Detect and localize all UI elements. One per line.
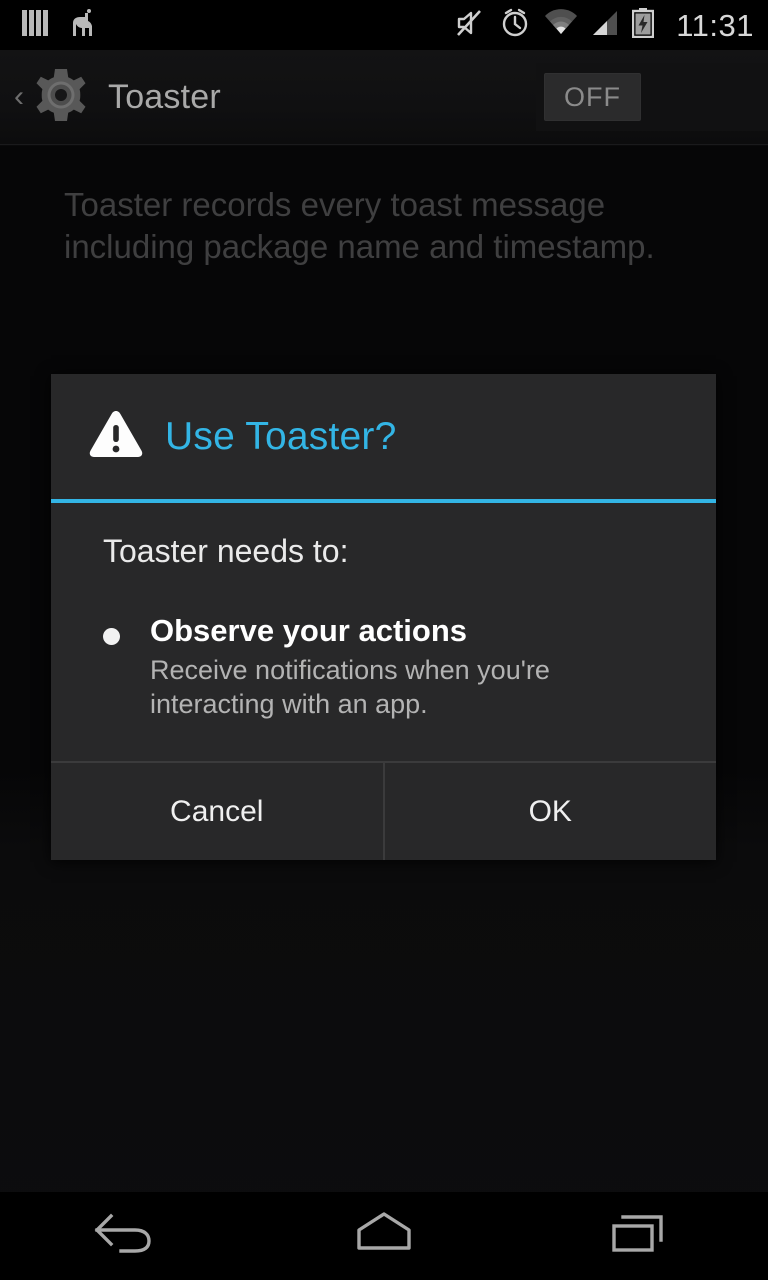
status-bar-notification-icons xyxy=(22,8,98,43)
home-icon xyxy=(347,1206,421,1267)
status-bar: 11:31 xyxy=(0,0,768,50)
status-bar-clock: 11:31 xyxy=(676,7,754,43)
cancel-button[interactable]: Cancel xyxy=(51,763,383,860)
back-icon xyxy=(91,1206,165,1267)
power-switch-label: OFF xyxy=(564,81,621,112)
nav-recents-button[interactable] xyxy=(512,1192,768,1280)
gear-icon[interactable] xyxy=(32,66,90,129)
wifi-icon xyxy=(544,8,578,42)
status-bar-system-icons: 11:31 xyxy=(454,7,754,44)
dialog-header: Use Toaster? xyxy=(51,374,716,499)
page-title: Toaster xyxy=(108,77,221,116)
action-bar: ‹ Toaster OFF xyxy=(0,50,768,145)
permission-text: Observe your actions Receive notificatio… xyxy=(150,612,680,721)
app-description: Toaster records every toast message incl… xyxy=(64,186,655,265)
recents-icon xyxy=(603,1206,677,1267)
dialog-body: Toaster needs to: Observe your actions R… xyxy=(51,503,716,764)
android-screen: 11:31 ‹ Toaster OFF Toaster records ever… xyxy=(0,0,768,1280)
nav-back-button[interactable] xyxy=(0,1192,256,1280)
dialog-body-heading: Toaster needs to: xyxy=(103,533,349,569)
warning-triangle-icon xyxy=(88,409,144,464)
permission-title: Observe your actions xyxy=(150,613,468,648)
power-switch-container: OFF xyxy=(536,63,768,131)
bars-notification-icon xyxy=(22,8,48,43)
power-switch[interactable]: OFF xyxy=(544,73,641,121)
cellular-signal-icon xyxy=(591,9,619,42)
back-chevron-icon[interactable]: ‹ xyxy=(8,82,30,112)
navigation-bar xyxy=(0,1192,768,1280)
dialog-title: Use Toaster? xyxy=(165,414,397,458)
ok-button[interactable]: OK xyxy=(384,763,716,860)
nav-home-button[interactable] xyxy=(256,1192,512,1280)
dialog-button-bar: Cancel OK xyxy=(51,761,716,860)
alarm-clock-icon xyxy=(499,7,531,44)
permission-dialog: Use Toaster? Toaster needs to: Observe y… xyxy=(51,374,716,860)
battery-charging-icon xyxy=(632,7,655,43)
volume-muted-icon xyxy=(454,7,486,44)
llama-notification-icon xyxy=(68,8,98,43)
bullet-icon xyxy=(103,628,120,645)
permission-item: Observe your actions Receive notificatio… xyxy=(103,612,680,721)
permission-description: Receive notifications when you're intera… xyxy=(150,655,550,719)
